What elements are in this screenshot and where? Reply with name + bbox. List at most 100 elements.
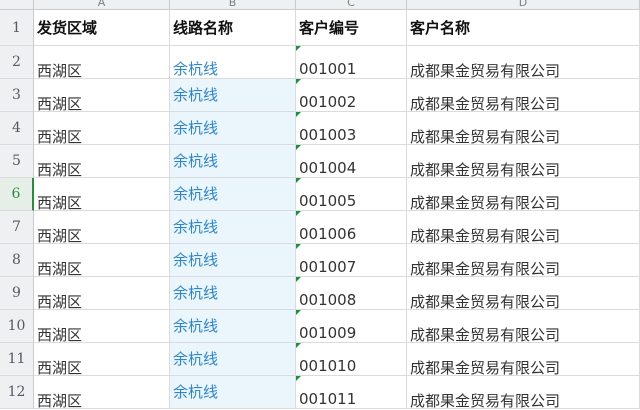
row-header-3[interactable]: 3 bbox=[0, 79, 34, 112]
header-cell-c[interactable]: 客户编号 bbox=[296, 10, 407, 46]
number-stored-as-text-marker-icon bbox=[296, 277, 301, 282]
cell-c6[interactable]: 001005 bbox=[296, 178, 407, 211]
cell-b3[interactable]: 余杭线 bbox=[170, 79, 296, 112]
cell-value: 余杭线 bbox=[173, 185, 219, 203]
column-header-a[interactable]: A bbox=[34, 0, 170, 10]
row-header-5[interactable]: 5 bbox=[0, 145, 34, 178]
cell-value: 余杭线 bbox=[173, 60, 219, 78]
cell-c10[interactable]: 001009 bbox=[296, 310, 407, 343]
cell-b10[interactable]: 余杭线 bbox=[170, 310, 296, 343]
cell-d5[interactable]: 成都果金贸易有限公司 bbox=[407, 145, 640, 178]
header-cell-d[interactable]: 客户名称 bbox=[407, 10, 640, 46]
column-header-label: D bbox=[518, 0, 528, 9]
cell-b9[interactable]: 余杭线 bbox=[170, 277, 296, 310]
cell-c7[interactable]: 001006 bbox=[296, 211, 407, 244]
cell-d3[interactable]: 成都果金贸易有限公司 bbox=[407, 79, 640, 112]
cell-b2[interactable]: 余杭线 bbox=[170, 46, 296, 79]
cell-value: 成都果金贸易有限公司 bbox=[410, 194, 561, 211]
cell-c12[interactable]: 001011 bbox=[296, 376, 407, 409]
row-header-2[interactable]: 2 bbox=[0, 46, 34, 79]
number-stored-as-text-marker-icon bbox=[296, 343, 301, 348]
number-stored-as-text-marker-icon bbox=[296, 145, 301, 150]
cell-value: 成都果金贸易有限公司 bbox=[410, 128, 561, 145]
cell-value: 001001 bbox=[299, 60, 357, 78]
cell-value: 成都果金贸易有限公司 bbox=[410, 260, 561, 277]
column-header-d[interactable]: D bbox=[407, 0, 640, 10]
cell-c3[interactable]: 001002 bbox=[296, 79, 407, 112]
cell-value: 西湖区 bbox=[37, 392, 83, 409]
cell-d10[interactable]: 成都果金贸易有限公司 bbox=[407, 310, 640, 343]
cell-value: 001008 bbox=[299, 291, 357, 309]
cell-c9[interactable]: 001008 bbox=[296, 277, 407, 310]
cell-value: 西湖区 bbox=[37, 62, 83, 79]
cell-a12[interactable]: 西湖区 bbox=[34, 376, 170, 409]
cell-d9[interactable]: 成都果金贸易有限公司 bbox=[407, 277, 640, 310]
row-header-6[interactable]: 6 bbox=[0, 178, 34, 211]
cell-a2[interactable]: 西湖区 bbox=[34, 46, 170, 79]
cell-a8[interactable]: 西湖区 bbox=[34, 244, 170, 277]
cell-c2[interactable]: 001001 bbox=[296, 46, 407, 79]
cell-c8[interactable]: 001007 bbox=[296, 244, 407, 277]
cell-value: 001002 bbox=[299, 93, 357, 111]
row-header-10[interactable]: 10 bbox=[0, 310, 34, 343]
cell-value: 001003 bbox=[299, 126, 357, 144]
cell-value: 余杭线 bbox=[173, 383, 219, 401]
cell-d2[interactable]: 成都果金贸易有限公司 bbox=[407, 46, 640, 79]
cell-a10[interactable]: 西湖区 bbox=[34, 310, 170, 343]
cell-a9[interactable]: 西湖区 bbox=[34, 277, 170, 310]
cell-value: 001009 bbox=[299, 324, 357, 342]
number-stored-as-text-marker-icon bbox=[296, 178, 301, 183]
cell-a7[interactable]: 西湖区 bbox=[34, 211, 170, 244]
row-header-8[interactable]: 8 bbox=[0, 244, 34, 277]
cell-b6[interactable]: 余杭线 bbox=[170, 178, 296, 211]
column-header-c[interactable]: C bbox=[296, 0, 407, 10]
cell-d6[interactable]: 成都果金贸易有限公司 bbox=[407, 178, 640, 211]
cell-value: 余杭线 bbox=[173, 317, 219, 335]
cell-value: 西湖区 bbox=[37, 95, 83, 112]
header-cell-b[interactable]: 线路名称 bbox=[170, 10, 296, 46]
cell-value: 001010 bbox=[299, 357, 357, 375]
number-stored-as-text-marker-icon bbox=[296, 244, 301, 249]
cell-d8[interactable]: 成都果金贸易有限公司 bbox=[407, 244, 640, 277]
cell-d12[interactable]: 成都果金贸易有限公司 bbox=[407, 376, 640, 409]
cell-a3[interactable]: 西湖区 bbox=[34, 79, 170, 112]
cell-b7[interactable]: 余杭线 bbox=[170, 211, 296, 244]
number-stored-as-text-marker-icon bbox=[296, 112, 301, 117]
cell-b12[interactable]: 余杭线 bbox=[170, 376, 296, 409]
cell-b4[interactable]: 余杭线 bbox=[170, 112, 296, 145]
cell-a6[interactable]: 西湖区 bbox=[34, 178, 170, 211]
cell-a5[interactable]: 西湖区 bbox=[34, 145, 170, 178]
cell-c5[interactable]: 001004 bbox=[296, 145, 407, 178]
header-cell-a[interactable]: 发货区域 bbox=[34, 10, 170, 46]
spreadsheet-grid[interactable]: A B C D 1 发货区域 线路名称 客户编号 客户名称 2 西湖区 余杭线 001001 成都果金贸易… bbox=[0, 0, 640, 410]
select-all-corner[interactable] bbox=[0, 0, 34, 10]
cell-value: 西湖区 bbox=[37, 260, 83, 277]
cell-value: 001011 bbox=[299, 390, 357, 408]
cell-d11[interactable]: 成都果金贸易有限公司 bbox=[407, 343, 640, 376]
column-header-b[interactable]: B bbox=[170, 0, 296, 10]
column-header-label: C bbox=[347, 0, 355, 9]
cell-value: 西湖区 bbox=[37, 161, 83, 178]
row-header-1[interactable]: 1 bbox=[0, 10, 34, 46]
cell-value: 西湖区 bbox=[37, 326, 83, 343]
row-header-11[interactable]: 11 bbox=[0, 343, 34, 376]
cell-b8[interactable]: 余杭线 bbox=[170, 244, 296, 277]
cell-b5[interactable]: 余杭线 bbox=[170, 145, 296, 178]
cell-value: 001005 bbox=[299, 192, 357, 210]
number-stored-as-text-marker-icon bbox=[296, 211, 301, 216]
cell-d4[interactable]: 成都果金贸易有限公司 bbox=[407, 112, 640, 145]
cell-value: 成都果金贸易有限公司 bbox=[410, 62, 561, 79]
cell-a4[interactable]: 西湖区 bbox=[34, 112, 170, 145]
number-stored-as-text-marker-icon bbox=[296, 46, 301, 51]
cell-a11[interactable]: 西湖区 bbox=[34, 343, 170, 376]
row-header-4[interactable]: 4 bbox=[0, 112, 34, 145]
cell-d7[interactable]: 成都果金贸易有限公司 bbox=[407, 211, 640, 244]
cell-c11[interactable]: 001010 bbox=[296, 343, 407, 376]
row-header-9[interactable]: 9 bbox=[0, 277, 34, 310]
cell-c4[interactable]: 001003 bbox=[296, 112, 407, 145]
number-stored-as-text-marker-icon bbox=[296, 310, 301, 315]
row-header-7[interactable]: 7 bbox=[0, 211, 34, 244]
row-header-12[interactable]: 12 bbox=[0, 376, 34, 409]
cell-value: 余杭线 bbox=[173, 350, 219, 368]
cell-b11[interactable]: 余杭线 bbox=[170, 343, 296, 376]
